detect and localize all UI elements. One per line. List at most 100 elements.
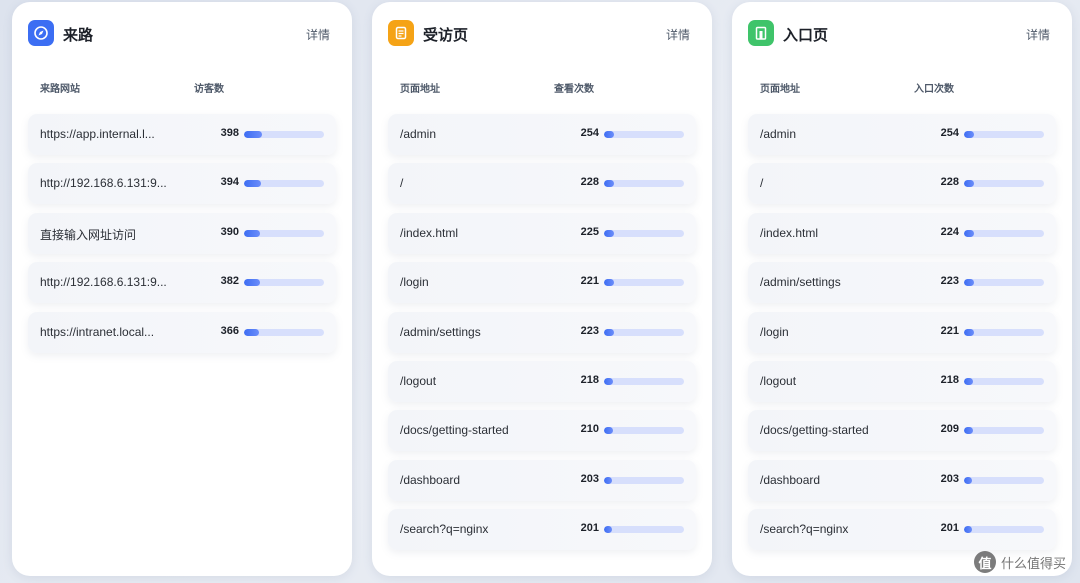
progress-bar-fill [244,229,260,237]
panel-header: 来路 详情 [28,20,330,48]
list-item[interactable]: /logout 218 [748,360,1056,402]
progress-bar-fill [964,279,974,287]
progress-bar [964,526,1044,534]
progress-bar [244,279,324,287]
list-item[interactable]: /search?q=nginx 201 [748,509,1056,551]
row-count: 225 [580,225,599,238]
row-label: https://app.internal.l... [40,127,155,141]
row-label: /login [760,324,789,339]
row-label: /index.html [400,225,459,240]
progress-bar [604,526,684,534]
watermark-text: 什么值得买 [1000,555,1066,571]
column-header-label: 来路网站 [40,84,80,95]
progress-bar [604,377,684,385]
watermark: 值 什么值得买 [973,551,1066,573]
row-label: / [760,176,764,191]
list-item[interactable]: /docs/getting-started 209 [748,410,1056,452]
row-label: /logout [400,373,437,388]
panel-title: 入口页 [783,27,829,44]
list-item[interactable]: /dashboard 203 [748,459,1056,501]
row-count: 398 [220,127,239,139]
progress-bar [604,328,684,336]
progress-bar-fill [604,377,613,385]
progress-bar [244,131,324,138]
row-count: 210 [580,423,599,436]
list-item[interactable]: /login 221 [748,311,1056,353]
row-count: 224 [940,225,959,238]
compass-icon [28,20,54,46]
progress-bar [964,328,1044,336]
row-count: 218 [940,373,959,386]
entry-pages-list: /admin 254 / 228/index.html 224/admin/settin… [748,114,1056,559]
progress-bar-fill [964,526,972,534]
row-label: /index.html [760,225,819,240]
progress-bar-fill [604,180,614,188]
list-item[interactable]: /docs/getting-started 210 [388,410,696,452]
entry-pages-panel: 入口页 详情 页面地址 入口次数 /admin 254 / 228/index.htm… [732,2,1072,576]
row-label: 直接输入网址访问 [40,227,137,242]
list-item[interactable]: /index.html 224 [748,212,1056,254]
progress-bar-fill [964,377,973,385]
visited-pages-panel: 受访页 详情 页面地址 查看次数 /admin 254 / 228/index.htm… [372,2,712,576]
panel-header: 入口页 详情 [748,20,1050,48]
row-count: 203 [940,472,959,485]
progress-bar-fill [604,328,614,336]
progress-bar-fill [964,427,973,435]
details-link[interactable]: 详情 [666,26,690,43]
list-item[interactable]: https://intranet.local... 366 [28,311,336,353]
list-item[interactable]: /index.html 225 [388,212,696,254]
list-item[interactable]: /admin/settings 223 [388,311,696,353]
list-item[interactable]: /logout 218 [388,360,696,402]
list-item[interactable]: / 228 [388,163,696,205]
row-label: /search?q=nginx [400,522,489,537]
column-header-value: 访客数 [194,84,224,95]
list-item[interactable]: /admin 254 [388,114,696,155]
details-link[interactable]: 详情 [1026,26,1050,43]
progress-bar-fill [604,427,613,435]
panel-title: 来路 [63,27,94,44]
row-label: /logout [760,373,797,388]
list-item[interactable]: /admin 254 [748,114,1056,155]
progress-bar-fill [604,229,614,237]
row-label: /search?q=nginx [760,522,849,537]
list-item[interactable]: 直接输入网址访问 390 [28,212,336,254]
row-count: 390 [220,225,239,238]
row-count: 382 [220,275,239,288]
progress-bar-fill [604,279,614,287]
details-link[interactable]: 详情 [306,26,330,43]
progress-bar-fill [964,131,975,138]
row-count: 221 [580,275,599,288]
progress-bar-fill [244,131,262,138]
row-count: 218 [580,373,599,386]
list-item[interactable]: /login 221 [388,262,696,304]
referrer-list: https://app.internal.l... 398 http://192.1… [28,114,336,361]
row-label: /admin [760,127,797,141]
list-item[interactable]: https://app.internal.l... 398 [28,114,336,155]
progress-bar [964,427,1044,435]
list-item[interactable]: /dashboard 203 [388,459,696,501]
row-count: 254 [580,127,599,139]
row-label: / [400,176,404,191]
progress-bar [244,229,324,237]
column-header-value: 查看次数 [554,84,594,95]
row-label: http://192.168.6.131:9... [40,176,167,191]
row-label: /docs/getting-started [400,423,509,438]
row-label: /admin [400,127,437,141]
row-count: 366 [220,324,239,337]
panel-header: 受访页 详情 [388,20,690,48]
list-item[interactable]: http://192.168.6.131:9... 382 [28,262,336,304]
list-item[interactable]: /search?q=nginx 201 [388,509,696,551]
progress-bar-fill [244,279,260,287]
progress-bar [964,180,1044,188]
progress-bar [964,377,1044,385]
progress-bar-fill [244,328,260,336]
row-count: 394 [220,176,239,189]
row-count: 209 [940,423,959,436]
list-item[interactable]: http://192.168.6.131:9... 394 [28,163,336,205]
door-icon [748,20,774,46]
row-label: /admin/settings [760,275,841,290]
referrers-panel: 来路 详情 来路网站 访客数 https://app.internal.l...… [12,2,352,576]
panel-title: 受访页 [423,27,469,44]
list-item[interactable]: / 228 [748,163,1056,205]
list-item[interactable]: /admin/settings 223 [748,262,1056,304]
